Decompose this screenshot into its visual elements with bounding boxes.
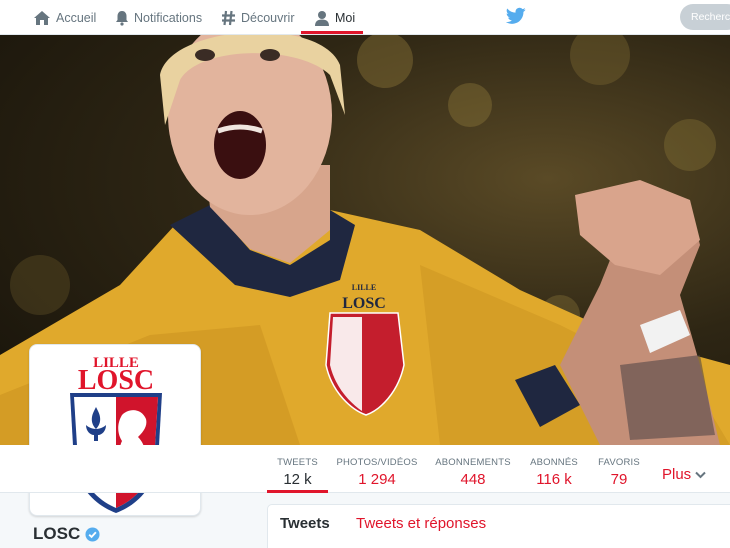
stat-followers[interactable]: ABONNÉS 116 k <box>527 445 581 493</box>
stat-following-label: ABONNEMENTS <box>435 457 511 468</box>
bell-icon <box>116 10 128 26</box>
stat-followers-label: ABONNÉS <box>530 457 578 468</box>
stats-active-indicator <box>267 490 328 493</box>
stat-photos-videos[interactable]: PHOTOS/VIDÉOS 1 294 <box>335 445 419 493</box>
nav-item-discover[interactable]: Découvrir <box>221 0 295 35</box>
chevron-down-icon <box>695 471 706 478</box>
stat-followers-value: 116 k <box>536 471 572 488</box>
home-icon <box>34 10 50 25</box>
profile-name[interactable]: LOSC <box>33 524 80 544</box>
search-input[interactable]: Rechercher <box>680 4 730 30</box>
stat-photos-value: 1 294 <box>358 471 396 488</box>
stat-tweets-label: TWEETS <box>277 457 318 468</box>
verified-badge-icon <box>85 526 100 542</box>
tab-tweets-and-replies[interactable]: Tweets et réponses <box>356 515 486 532</box>
more-dropdown[interactable]: Plus <box>662 466 706 483</box>
more-label: Plus <box>662 466 692 483</box>
jersey-badge-main-text: LOSC <box>342 295 386 312</box>
profile-name-row: LOSC <box>33 524 100 544</box>
nav-label-notifications: Notifications <box>134 10 203 25</box>
nav-label-me: Moi <box>335 10 356 25</box>
timeline-tabs: Tweets Tweets et réponses <box>267 504 730 548</box>
twitter-bird-icon[interactable] <box>506 7 526 25</box>
jersey-badge-top-text: LILLE <box>352 283 376 292</box>
nav-item-home[interactable]: Accueil <box>33 0 96 35</box>
nav-label-discover: Découvrir <box>241 10 295 25</box>
nav-item-notifications[interactable]: Notifications <box>115 0 202 35</box>
stat-following-value: 448 <box>460 471 486 488</box>
nav-item-me[interactable]: Moi <box>314 0 355 35</box>
stat-following[interactable]: ABONNEMENTS 448 <box>432 445 514 493</box>
nav-label-home: Accueil <box>56 10 97 25</box>
hashtag-icon <box>222 10 235 25</box>
stat-favorites-value: 79 <box>610 471 628 488</box>
stat-photos-label: PHOTOS/VIDÉOS <box>336 457 418 468</box>
stat-tweets-value: 12 k <box>283 471 312 488</box>
logo-main-text: LOSC <box>78 365 154 396</box>
stat-favorites-label: FAVORIS <box>598 457 640 468</box>
nav-active-indicator <box>301 31 363 34</box>
stat-tweets[interactable]: TWEETS 12 k <box>267 445 328 493</box>
tab-tweets[interactable]: Tweets <box>280 515 330 532</box>
person-icon <box>315 10 329 26</box>
profile-stats-bar: TWEETS 12 k PHOTOS/VIDÉOS 1 294 ABONNEME… <box>0 445 730 493</box>
stat-favorites[interactable]: FAVORIS 79 <box>596 445 642 493</box>
top-navigation: Accueil Notifications Découvrir Moi Rech… <box>0 0 730 35</box>
